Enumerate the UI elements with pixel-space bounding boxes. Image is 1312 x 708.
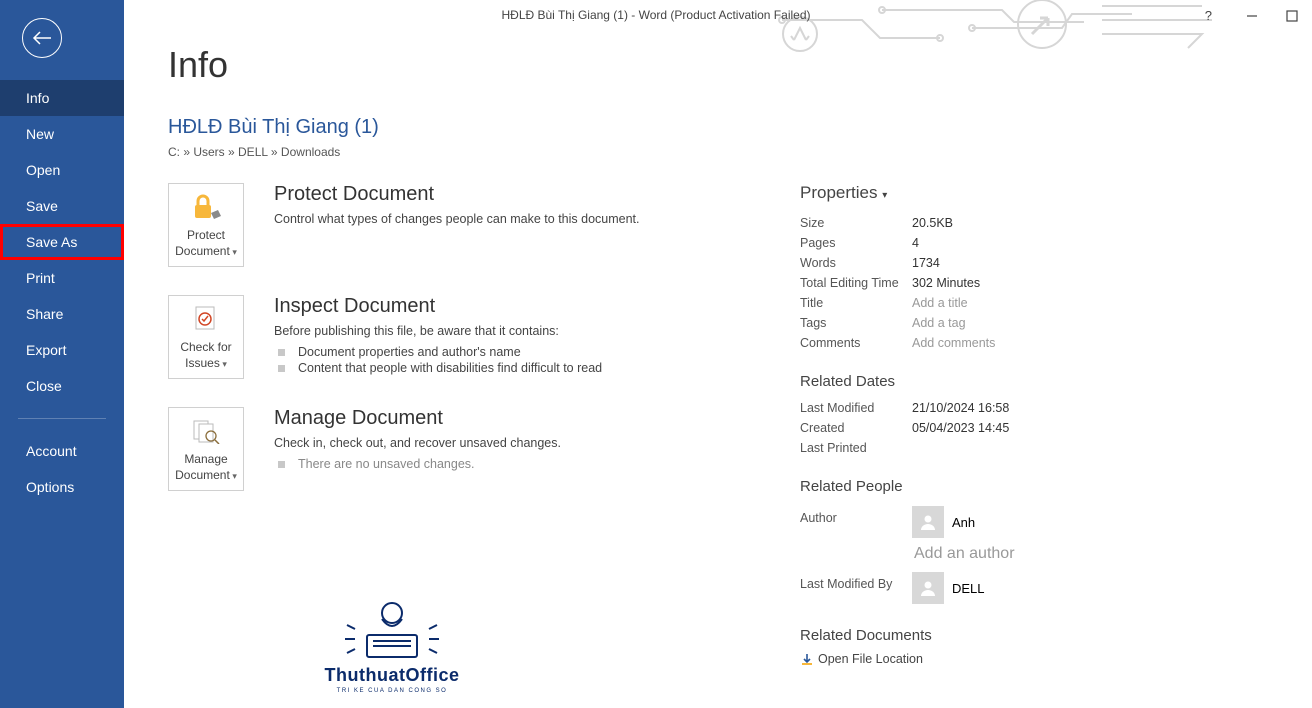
prop-created-val: 05/04/2023 14:45: [912, 421, 1009, 435]
prop-lastprint-key: Last Printed: [800, 441, 912, 455]
prop-words-val: 1734: [912, 256, 940, 270]
manage-title: Manage Document: [274, 407, 758, 430]
prop-pages-key: Pages: [800, 236, 912, 250]
check-issues-button[interactable]: Check for Issues ▾: [168, 295, 244, 379]
help-button[interactable]: ?: [1205, 8, 1212, 23]
ribbon-decoration: [772, 0, 1212, 55]
inspect-desc: Before publishing this file, be aware th…: [274, 324, 758, 338]
watermark-logo: ThuthuatOffice TRI KE CUA DAN CONG SO: [292, 574, 492, 694]
prop-lmb-key: Last Modified By: [800, 569, 912, 607]
lock-icon: [191, 190, 221, 224]
backstage-sidebar: Info New Open Save Save As Print Share E…: [0, 0, 124, 708]
manage-document-button[interactable]: Manage Document ▾: [168, 407, 244, 491]
nav-print[interactable]: Print: [0, 260, 124, 296]
prop-pages-val: 4: [912, 236, 919, 250]
main-content: Info HĐLĐ Bùi Thị Giang (1) C: » Users »…: [124, 0, 1312, 708]
document-title: HĐLĐ Bùi Thị Giang (1): [168, 116, 1268, 139]
protect-document-button[interactable]: Protect Document ▾: [168, 183, 244, 267]
related-docs-heading: Related Documents: [800, 627, 1268, 644]
nav-close[interactable]: Close: [0, 368, 124, 404]
avatar-icon: [912, 506, 944, 538]
document-check-icon: [193, 302, 219, 336]
document-manage-icon: [192, 414, 220, 448]
manage-button-label: Manage Document ▾: [169, 452, 243, 483]
prop-words-key: Words: [800, 256, 912, 270]
manage-desc: Check in, check out, and recover unsaved…: [274, 436, 758, 450]
prop-tags-add[interactable]: Add a tag: [912, 316, 966, 330]
nav-open[interactable]: Open: [0, 152, 124, 188]
nav-new[interactable]: New: [0, 116, 124, 152]
inspect-item: Content that people with disabilities fi…: [274, 360, 758, 376]
nav-account[interactable]: Account: [0, 433, 124, 469]
avatar-icon: [912, 572, 944, 604]
related-people-heading: Related People: [800, 478, 1268, 495]
add-author-link[interactable]: Add an author: [914, 545, 1015, 563]
related-dates-heading: Related Dates: [800, 373, 1268, 390]
prop-edit-val: 302 Minutes: [912, 276, 980, 290]
nav-save-as[interactable]: Save As: [0, 224, 124, 260]
nav-separator: [18, 418, 106, 419]
prop-size-key: Size: [800, 216, 912, 230]
check-issues-label: Check for Issues ▾: [169, 340, 243, 371]
nav-save[interactable]: Save: [0, 188, 124, 224]
prop-edit-key: Total Editing Time: [800, 276, 912, 290]
prop-tags-key: Tags: [800, 316, 912, 330]
prop-lmb-val: DELL: [952, 581, 985, 596]
open-file-location-link[interactable]: Open File Location: [800, 652, 1268, 666]
document-path: C: » Users » DELL » Downloads: [168, 145, 1268, 159]
prop-size-val: 20.5KB: [912, 216, 953, 230]
prop-author-val: Anh: [952, 515, 975, 530]
inspect-item: Document properties and author's name: [274, 344, 758, 360]
window-title: HĐLĐ Bùi Thị Giang (1) - Word (Product A…: [501, 8, 810, 22]
minimize-button[interactable]: [1242, 9, 1262, 23]
prop-title-key: Title: [800, 296, 912, 310]
nav-share[interactable]: Share: [0, 296, 124, 332]
maximize-button[interactable]: [1282, 9, 1302, 23]
inspect-title: Inspect Document: [274, 295, 758, 318]
nav-info[interactable]: Info: [0, 80, 124, 116]
protect-desc: Control what types of changes people can…: [274, 212, 758, 226]
protect-title: Protect Document: [274, 183, 758, 206]
manage-note: There are no unsaved changes.: [274, 456, 758, 472]
nav-options[interactable]: Options: [0, 469, 124, 505]
properties-dropdown[interactable]: Properties ▾: [800, 183, 1268, 203]
folder-arrow-icon: [800, 652, 814, 666]
prop-comments-key: Comments: [800, 336, 912, 350]
prop-lastmod-val: 21/10/2024 16:58: [912, 401, 1009, 415]
prop-title-add[interactable]: Add a title: [912, 296, 968, 310]
prop-created-key: Created: [800, 421, 912, 435]
prop-comments-add[interactable]: Add comments: [912, 336, 995, 350]
prop-author-key: Author: [800, 503, 912, 569]
back-button[interactable]: [22, 18, 62, 58]
nav-export[interactable]: Export: [0, 332, 124, 368]
prop-lastmod-key: Last Modified: [800, 401, 912, 415]
protect-button-label: Protect Document ▾: [169, 228, 243, 259]
